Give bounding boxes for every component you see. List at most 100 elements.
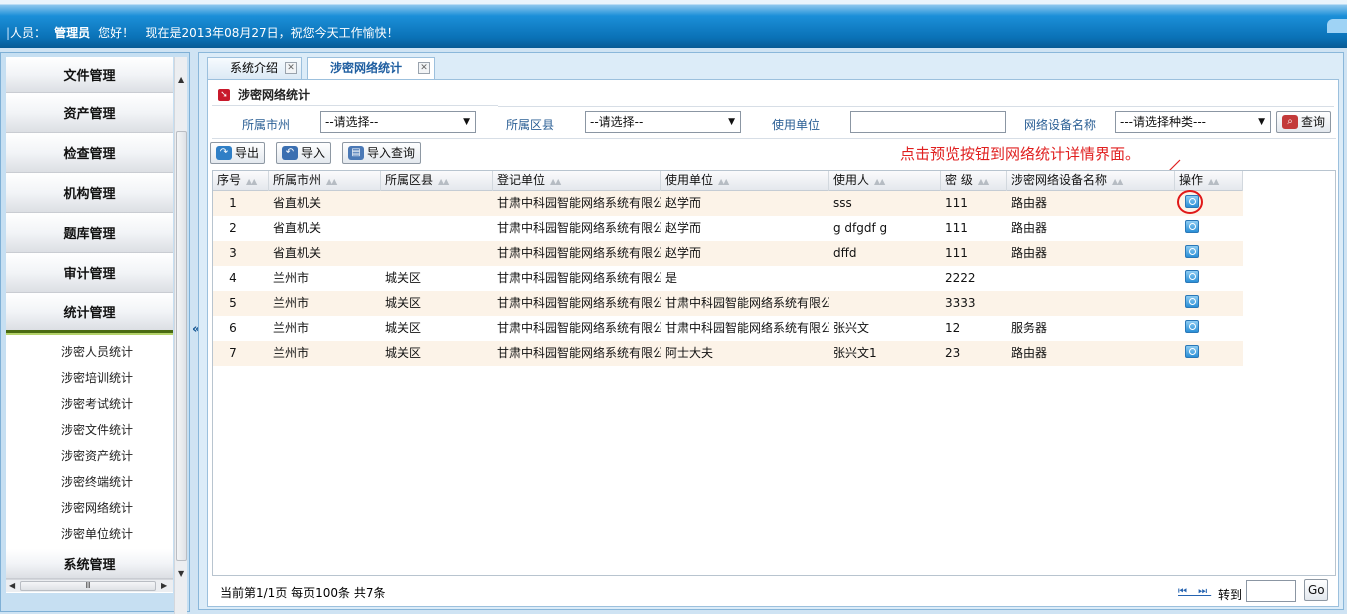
import-button[interactable]: ↶ 导入 [276, 142, 332, 164]
city-select[interactable]: --请选择-- ▼ [320, 111, 476, 133]
scroll-left-icon[interactable]: ◀ [9, 581, 15, 590]
menu-inspection-management[interactable]: 检查管理 [6, 133, 173, 173]
scroll-right-icon[interactable]: ▶ [161, 581, 167, 590]
table-row[interactable]: 4 兰州市 城关区 甘肃中科园智能网络系统有限公是 2222 [213, 266, 1243, 291]
data-table: 序号 ▲▲ 所属市州 ▲▲ 所属区县 ▲▲ 登记单位 ▲▲ 使用单位 ▲▲ 使用人 ▲▲ 密… [212, 170, 1336, 576]
device-label: 网络设备名称 [1024, 118, 1097, 132]
cell-city: 省直机关 [273, 196, 322, 210]
cell-no: 7 [229, 346, 237, 360]
arrow-box-icon: ➘ [218, 88, 230, 101]
cell-no: 3 [229, 246, 237, 260]
date-text: 现在是2013年08月27日，祝您今天工作愉快！ [145, 26, 399, 40]
tab-label: 系统介绍 [230, 61, 279, 75]
close-icon[interactable]: ✕ [418, 62, 430, 74]
submenu-item-personnel[interactable]: 涉密人员统计 [6, 339, 173, 365]
menu-asset-management[interactable]: 资产管理 [6, 93, 173, 133]
cell-use-unit: 赵学而 [665, 221, 702, 235]
table-row[interactable]: 7 兰州市 城关区 甘肃中科园智能网络系统有限公 阿士大夫 张兴文1 23 路由器 [213, 341, 1243, 366]
submenu-item-network[interactable]: 涉密网络统计 [6, 495, 173, 521]
sort-icon: ▲▲ [977, 177, 989, 186]
document-icon: ▤ [348, 146, 364, 160]
submenu-item-document[interactable]: 涉密文件统计 [6, 417, 173, 443]
cell-user [829, 266, 941, 291]
table-row[interactable]: 3 省直机关 甘肃中科园智能网络系统有限公 赵学而 dffd 111 路由器 [213, 241, 1243, 266]
cell-level: 111 [945, 246, 968, 260]
column-header-city[interactable]: 所属市州 ▲▲ [269, 171, 381, 191]
close-icon[interactable]: ✕ [285, 62, 297, 74]
column-header-action[interactable]: 操作 ▲▲ [1175, 171, 1243, 191]
preview-icon[interactable] [1185, 245, 1199, 258]
cell-use-unit: 是 [665, 271, 678, 285]
scroll-down-icon[interactable]: ▼ [178, 569, 184, 578]
preview-icon[interactable] [1185, 345, 1199, 358]
submenu-item-training[interactable]: 涉密培训统计 [6, 365, 173, 391]
export-icon: ↷ [216, 146, 232, 160]
column-header-device[interactable]: 涉密网络设备名称 ▲▲ [1007, 171, 1175, 191]
preview-icon[interactable] [1185, 270, 1199, 283]
cell-district: 城关区 [385, 296, 422, 310]
unit-input[interactable] [850, 111, 1006, 133]
menu-statistics-management[interactable]: 统计管理 [6, 293, 173, 333]
menu-file-management[interactable]: 文件管理 [6, 57, 173, 93]
table-row[interactable]: 1 省直机关 甘肃中科园智能网络系统有限公 赵学而 sss 111 路由器 [213, 191, 1243, 216]
column-header-user[interactable]: 使用人 ▲▲ [829, 171, 941, 191]
cell-level: 3333 [945, 296, 976, 310]
column-header-use-unit[interactable]: 使用单位 ▲▲ [661, 171, 829, 191]
vertical-scroll-thumb[interactable] [176, 131, 187, 561]
column-label: 涉密网络设备名称 [1011, 173, 1108, 187]
submenu-item-terminal[interactable]: 涉密终端统计 [6, 469, 173, 495]
first-last-page-icon[interactable]: ⏮ ⏭ [1178, 586, 1211, 597]
import-icon: ↶ [282, 146, 298, 160]
cell-action [1175, 341, 1243, 366]
cell-city: 省直机关 [273, 221, 322, 235]
tab-system-intro[interactable]: 系统介绍 ✕ [207, 57, 302, 79]
sidebar: 文件管理 资产管理 检查管理 机构管理 题库管理 审计管理 统计管理 涉密人员统… [0, 52, 190, 614]
device-select[interactable]: ---请选择种类--- ▼ [1115, 111, 1271, 133]
sort-icon: ▲▲ [874, 177, 885, 186]
import-query-label: 导入查询 [367, 146, 416, 160]
unit-label: 使用单位 [772, 118, 821, 132]
submenu-item-asset[interactable]: 涉密资产统计 [6, 443, 173, 469]
greeting: 您好！ [98, 26, 135, 40]
menu-organization-management[interactable]: 机构管理 [6, 173, 173, 213]
menu-system-management[interactable]: 系统管理 [6, 549, 173, 579]
cell-device [1007, 266, 1175, 291]
cell-district: 城关区 [385, 346, 422, 360]
submenu-item-exam[interactable]: 涉密考试统计 [6, 391, 173, 417]
go-button[interactable]: Go [1304, 579, 1328, 601]
column-header-reg-unit[interactable]: 登记单位 ▲▲ [493, 171, 661, 191]
preview-icon[interactable] [1185, 320, 1199, 333]
table-row[interactable]: 6 兰州市 城关区 甘肃中科园智能网络系统有限公 甘肃中科园智能网络系统有限公 张兴文 12… [213, 316, 1243, 341]
query-button[interactable]: ⌕ 查询 [1276, 111, 1332, 133]
main-panel: 系统介绍 ✕ 涉密网络统计 ✕ ➘ 涉密网络统计 所属市州 --请选择-- ▼ 所… [198, 52, 1344, 610]
import-query-button[interactable]: ▤ 导入查询 [342, 142, 422, 164]
horizontal-scroll-thumb[interactable]: Ⅲ [20, 581, 156, 591]
submenu-item-unit[interactable]: 涉密单位统计 [6, 521, 173, 547]
preview-icon[interactable] [1185, 295, 1199, 308]
goto-page-input[interactable] [1246, 580, 1296, 602]
district-select[interactable]: --请选择-- ▼ [585, 111, 741, 133]
export-label: 导出 [235, 146, 260, 160]
column-header-district[interactable]: 所属区县 ▲▲ [381, 171, 493, 191]
menu-question-bank[interactable]: 题库管理 [6, 213, 173, 253]
header-corner-tab[interactable] [1327, 19, 1347, 33]
cell-district: 城关区 [385, 271, 422, 285]
column-header-no[interactable]: 序号 ▲▲ [213, 171, 269, 191]
export-button[interactable]: ↷ 导出 [210, 142, 266, 164]
cell-level: 2222 [945, 271, 976, 285]
table-row[interactable]: 5 兰州市 城关区 甘肃中科园智能网络系统有限公 甘肃中科园智能网络系统有限公 3333 [213, 291, 1243, 316]
sidebar-vertical-scrollbar[interactable]: ▲ ▼ [174, 57, 187, 614]
district-select-value: --请选择-- [590, 115, 644, 129]
tab-network-statistics[interactable]: 涉密网络统计 ✕ [307, 57, 435, 80]
column-header-level[interactable]: 密 级 ▲▲ [941, 171, 1007, 191]
highlight-circle [1177, 190, 1203, 214]
scroll-up-icon[interactable]: ▲ [178, 75, 184, 84]
table-row[interactable]: 2 省直机关 甘肃中科园智能网络系统有限公 赵学而 g dfgdf g 111 路由器 [213, 216, 1243, 241]
sidebar-horizontal-scrollbar[interactable]: ◀ Ⅲ ▶ [6, 579, 173, 592]
cell-device: 路由器 [1011, 221, 1048, 235]
page-info: 当前第1/1页 每页100条 共7条 [220, 586, 386, 600]
preview-icon[interactable] [1185, 220, 1199, 233]
column-label: 登记单位 [497, 173, 546, 187]
menu-audit-management[interactable]: 审计管理 [6, 253, 173, 293]
cell-device: 路由器 [1011, 346, 1048, 360]
